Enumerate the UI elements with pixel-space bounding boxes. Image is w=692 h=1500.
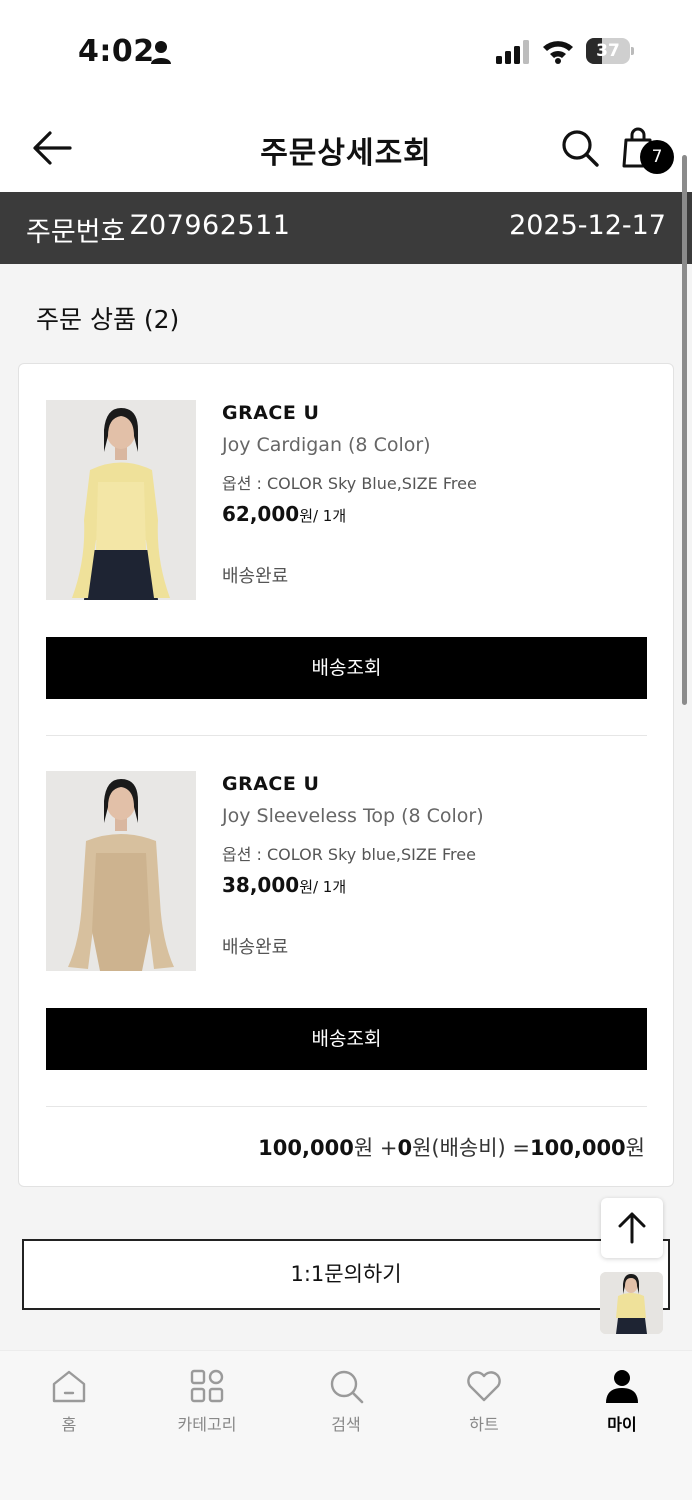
total-divider [46, 1106, 647, 1107]
price-quantity: 원/ 1개 [299, 878, 347, 896]
nav-category[interactable]: 카테고리 [152, 1367, 262, 1437]
nav-heart-label: 하트 [469, 1415, 499, 1434]
nav-heart[interactable]: 하트 [429, 1367, 539, 1437]
nav-search-label: 검색 [331, 1415, 361, 1434]
product-image[interactable] [46, 771, 196, 971]
product-option: 옵션 : COLOR Sky blue,SIZE Free [222, 845, 476, 864]
price-amount: 62,000 [222, 502, 300, 526]
search-icon[interactable] [560, 128, 600, 168]
scrollbar[interactable] [682, 155, 687, 705]
currency-unit: 원 [353, 1136, 374, 1160]
grand-total-unit: 원 [625, 1136, 645, 1160]
search-icon [330, 1370, 364, 1404]
bottom-navigation: 홈 카테고리 검색 하트 마이 [0, 1350, 692, 1500]
product-name[interactable]: Joy Cardigan (8 Color) [222, 434, 431, 456]
product-amount: 100,000 [258, 1136, 354, 1160]
arrow-up-icon [618, 1212, 646, 1244]
product-price: 38,000원/ 1개 [222, 873, 346, 897]
order-number: Z07962511 [130, 210, 291, 241]
category-icon [190, 1369, 224, 1403]
order-products-card: GRACE U Joy Cardigan (8 Color) 옵션 : COLO… [18, 363, 674, 1187]
status-time: 4:02 [78, 34, 155, 69]
price-quantity: 원/ 1개 [299, 507, 347, 525]
battery-level: 37 [596, 41, 620, 61]
model-photo-cardigan [46, 400, 196, 600]
battery-tip [631, 47, 634, 55]
grand-total: 100,000 [530, 1136, 626, 1160]
nav-search[interactable]: 검색 [291, 1367, 401, 1437]
nav-home-label: 홈 [61, 1415, 77, 1434]
order-date: 2025-12-17 [509, 210, 666, 241]
product-image[interactable] [46, 400, 196, 600]
product-name[interactable]: Joy Sleeveless Top (8 Color) [222, 805, 484, 827]
shipping-label: 원(배송비) = [412, 1136, 531, 1160]
user-icon [606, 1370, 638, 1403]
product-option: 옵션 : COLOR Sky Blue,SIZE Free [222, 474, 477, 493]
price-amount: 38,000 [222, 873, 300, 897]
product-item: GRACE U Joy Cardigan (8 Color) 옵션 : COLO… [19, 364, 675, 704]
signal-icon [496, 40, 529, 64]
track-delivery-button[interactable]: 배송조회 [46, 1008, 647, 1070]
nav-category-label: 카테고리 [177, 1415, 237, 1434]
heart-icon [467, 1371, 501, 1402]
product-price: 62,000원/ 1개 [222, 502, 346, 526]
battery-body: 37 [586, 38, 630, 64]
nav-my[interactable]: 마이 [567, 1367, 677, 1437]
recently-viewed-thumbnail[interactable] [600, 1272, 663, 1334]
track-delivery-button[interactable]: 배송조회 [46, 637, 647, 699]
app-header: 주문상세조회 [0, 100, 692, 192]
inquiry-button[interactable]: 1:1문의하기 [22, 1239, 670, 1310]
product-brand: GRACE U [222, 773, 320, 795]
delivery-status: 배송완료 [222, 566, 289, 587]
scroll-to-top-button[interactable] [601, 1198, 663, 1258]
product-brand: GRACE U [222, 402, 320, 424]
order-info-bar: 주문번호 Z07962511 2025-12-17 [0, 192, 692, 264]
wifi-icon [543, 41, 573, 64]
home-icon [52, 1370, 86, 1403]
battery-indicator: 37 [586, 38, 634, 64]
delivery-status: 배송완료 [222, 937, 289, 958]
model-photo-sleeveless-top [46, 771, 196, 971]
shipping-prefix: + [379, 1136, 398, 1160]
status-bar: 4:02 37 [0, 0, 692, 100]
order-total-summary: 100,000원 +0원(배송비) =100,000원 [258, 1132, 645, 1162]
section-title: 주문 상품 (2) [36, 305, 180, 334]
shipping-amount: 0 [397, 1136, 413, 1160]
cart-count-badge: 7 [640, 140, 674, 174]
nav-my-label: 마이 [607, 1415, 637, 1434]
recent-product-image [600, 1272, 663, 1334]
product-item: GRACE U Joy Sleeveless Top (8 Color) 옵션 … [19, 735, 675, 1075]
order-number-label: 주문번호 [26, 217, 126, 248]
nav-home[interactable]: 홈 [14, 1367, 124, 1437]
person-icon [151, 41, 171, 64]
